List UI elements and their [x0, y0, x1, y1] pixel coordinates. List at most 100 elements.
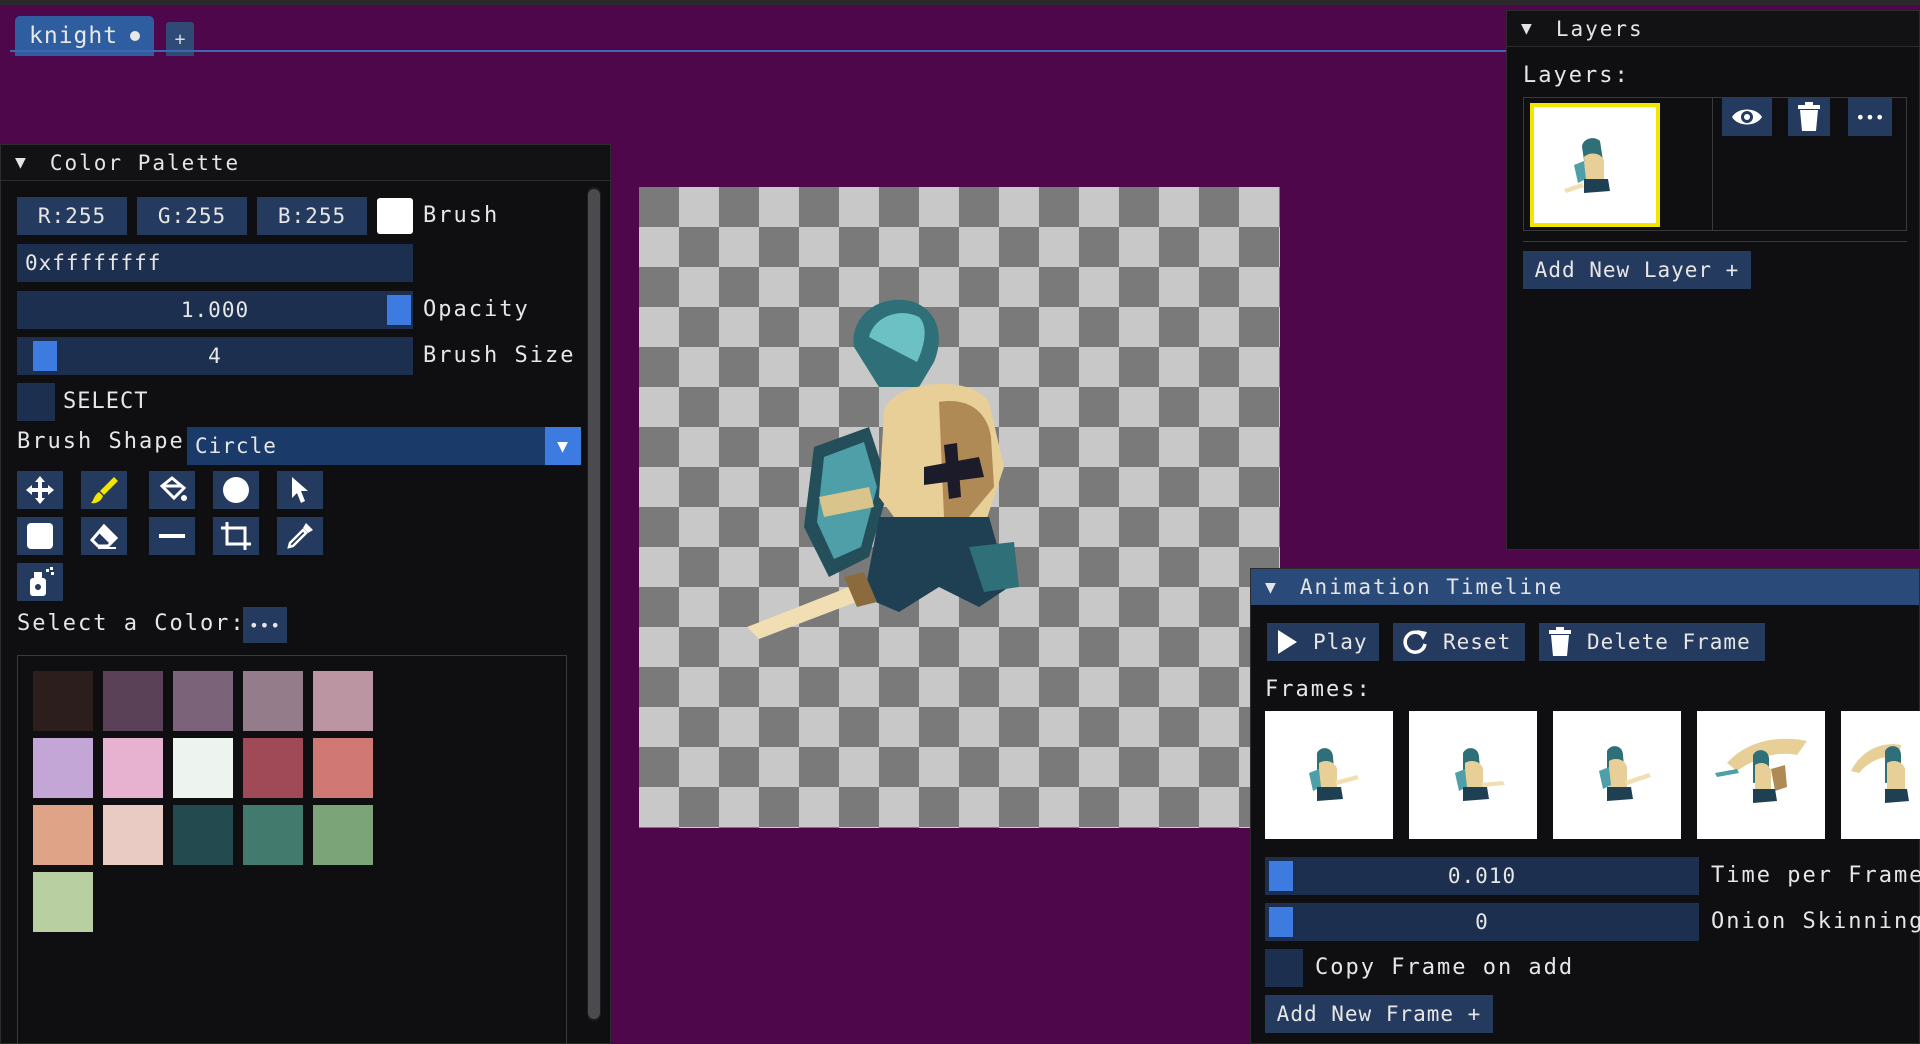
collapse-arrow-icon[interactable]: ▼ — [1521, 18, 1534, 39]
time-per-frame-slider-grab[interactable] — [1269, 861, 1293, 891]
color-palette-titlebar[interactable]: ▼ Color Palette — [1, 145, 610, 181]
delete-layer-button[interactable] — [1788, 98, 1830, 136]
color-swatch[interactable] — [33, 872, 93, 932]
spray-can-icon — [30, 567, 54, 596]
frame-thumbnail[interactable] — [1697, 711, 1825, 839]
layer-thumbnail[interactable] — [1530, 103, 1660, 227]
color-swatch[interactable] — [173, 805, 233, 865]
color-swatch[interactable] — [313, 805, 373, 865]
brush-size-slider[interactable]: 4 — [17, 337, 413, 375]
onion-skinning-value: 0 — [1475, 910, 1489, 934]
color-swatch[interactable] — [33, 738, 93, 798]
color-swatch[interactable] — [313, 738, 373, 798]
line-tool-button[interactable] — [149, 517, 195, 555]
pointer-tool-button[interactable] — [277, 471, 323, 509]
eraser-tool-button[interactable] — [81, 517, 127, 555]
brush-size-slider-grab[interactable] — [33, 341, 57, 371]
time-per-frame-label: Time per Frame — [1711, 863, 1920, 888]
timeline-titlebar[interactable]: ▼ Animation Timeline — [1251, 569, 1919, 605]
unsaved-dot-icon — [130, 31, 141, 41]
delete-frame-button[interactable]: Delete Frame — [1539, 623, 1765, 661]
frames-label: Frames: — [1265, 677, 1372, 702]
hex-color-input[interactable]: 0xffffffff — [17, 244, 413, 282]
copy-frame-checkbox[interactable] — [1265, 949, 1303, 987]
opacity-slider[interactable]: 1.000 — [17, 291, 413, 329]
palette-scrollbar[interactable] — [587, 187, 601, 1021]
brush-shape-label: Brush Shape — [17, 429, 185, 454]
time-per-frame-value: 0.010 — [1447, 864, 1517, 888]
square-tool-button[interactable] — [17, 517, 63, 555]
palette-options-button[interactable]: ••• — [243, 607, 287, 643]
onion-skinning-slider-grab[interactable] — [1269, 907, 1293, 937]
move-tool-button[interactable] — [17, 471, 63, 509]
blue-channel-field[interactable]: B:255 — [257, 197, 367, 235]
dropdown-arrow-button[interactable]: ▼ — [545, 427, 581, 465]
color-swatch[interactable] — [103, 805, 163, 865]
brush-shape-dropdown[interactable]: Circle ▼ — [187, 427, 581, 465]
color-swatch-grid — [17, 655, 567, 1044]
color-swatch[interactable] — [103, 738, 163, 798]
red-channel-field[interactable]: R:255 — [17, 197, 127, 235]
opacity-label: Opacity — [423, 297, 530, 322]
timeline-title: Animation Timeline — [1299, 575, 1564, 599]
collapse-arrow-icon[interactable]: ▼ — [1265, 577, 1278, 598]
animation-timeline-panel: ▼ Animation Timeline Play Reset Delete F… — [1250, 568, 1920, 1044]
chevron-down-icon: ▼ — [557, 435, 569, 457]
color-swatch[interactable] — [173, 738, 233, 798]
frame-4-image — [1715, 738, 1807, 803]
color-swatch[interactable] — [243, 671, 303, 731]
eyedropper-tool-button[interactable] — [277, 517, 323, 555]
layer-visibility-button[interactable] — [1722, 98, 1772, 136]
brush-color-preview[interactable] — [377, 198, 413, 234]
opacity-value: 1.000 — [180, 298, 250, 322]
fill-tool-button[interactable] — [149, 471, 195, 509]
frame-thumbnail[interactable] — [1265, 711, 1393, 839]
frame-1-image — [1309, 748, 1359, 801]
green-channel-field[interactable]: G:255 — [137, 197, 247, 235]
color-swatch[interactable] — [33, 805, 93, 865]
add-new-layer-button[interactable]: Add New Layer + — [1523, 251, 1751, 289]
document-tab-bar: knight + — [0, 6, 1510, 56]
window-top-border — [0, 0, 1920, 5]
onion-skinning-slider[interactable]: 0 — [1265, 903, 1699, 941]
layers-panel: ▼ Layers Layers: ••• Add New Layer + — [1506, 10, 1920, 550]
frame-thumbnail[interactable] — [1841, 711, 1920, 839]
select-checkbox[interactable] — [17, 383, 55, 421]
reset-button[interactable]: Reset — [1393, 623, 1525, 661]
layers-title: Layers — [1555, 16, 1644, 41]
add-new-frame-button[interactable]: Add New Frame + — [1265, 995, 1493, 1033]
trash-icon — [1798, 102, 1820, 131]
color-swatch[interactable] — [103, 671, 163, 731]
refresh-icon — [1403, 630, 1427, 654]
frame-thumbnail[interactable] — [1409, 711, 1537, 839]
sprite-canvas[interactable] — [639, 187, 1280, 828]
frame-3-image — [1599, 746, 1651, 801]
paintbrush-icon — [91, 477, 118, 504]
select-label: SELECT — [63, 389, 149, 414]
frame-thumbnail[interactable] — [1553, 711, 1681, 839]
opacity-slider-grab[interactable] — [387, 295, 411, 325]
brush-size-value: 4 — [208, 344, 222, 368]
spray-tool-button[interactable] — [17, 563, 63, 601]
brush-shape-value: Circle — [195, 434, 277, 458]
brush-tool-button[interactable] — [81, 471, 127, 509]
reset-label: Reset — [1443, 630, 1512, 654]
tab-label: knight — [29, 23, 119, 49]
circle-tool-button[interactable] — [213, 471, 259, 509]
time-per-frame-slider[interactable]: 0.010 — [1265, 857, 1699, 895]
palette-scrollbar-thumb[interactable] — [588, 189, 600, 1019]
eyedropper-icon — [287, 523, 313, 549]
collapse-arrow-icon[interactable]: ▼ — [15, 152, 28, 173]
layers-titlebar[interactable]: ▼ Layers — [1507, 11, 1919, 47]
color-swatch[interactable] — [243, 738, 303, 798]
color-swatch[interactable] — [173, 671, 233, 731]
crop-icon — [221, 522, 251, 550]
crop-tool-button[interactable] — [213, 517, 259, 555]
color-swatch[interactable] — [33, 671, 93, 731]
copy-frame-label: Copy Frame on add — [1315, 955, 1575, 980]
color-palette-title: Color Palette — [49, 150, 241, 175]
play-button[interactable]: Play — [1267, 623, 1379, 661]
color-swatch[interactable] — [313, 671, 373, 731]
color-swatch[interactable] — [243, 805, 303, 865]
layer-options-button[interactable]: ••• — [1848, 98, 1892, 136]
